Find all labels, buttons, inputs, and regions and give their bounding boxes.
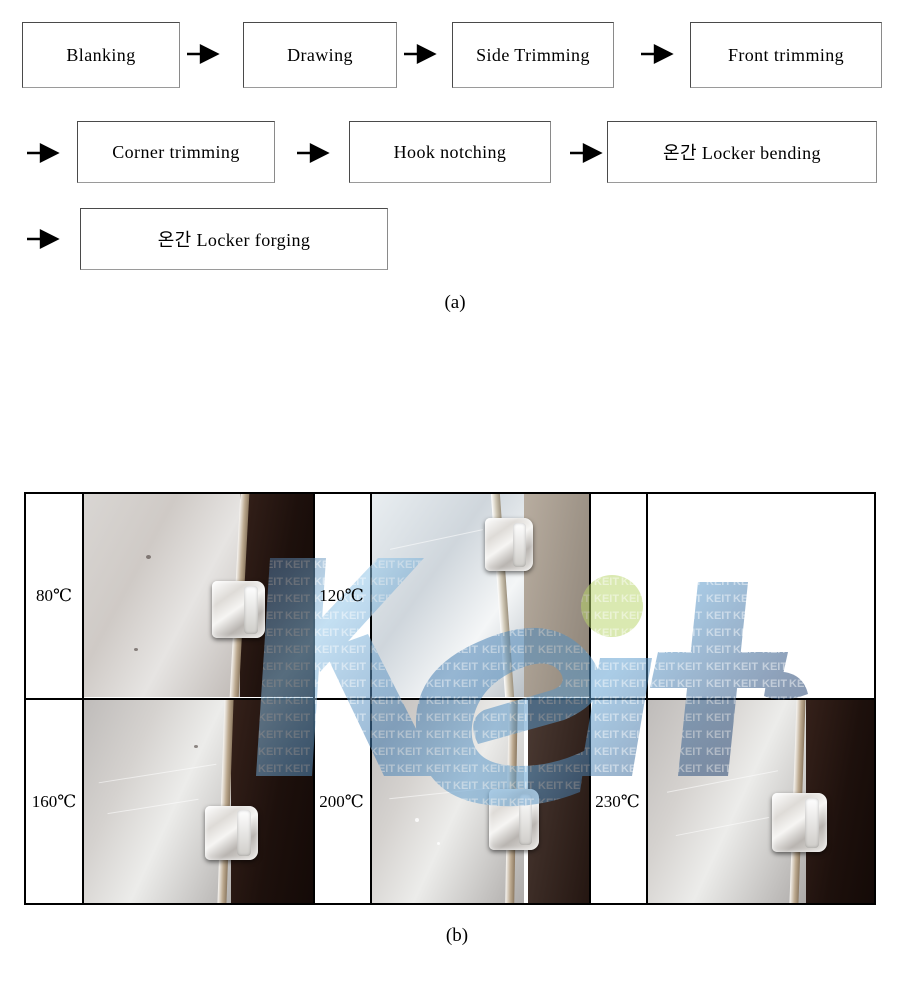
process-step-label: Corner trimming <box>112 141 240 162</box>
process-step-label: Side Trimming <box>476 44 590 65</box>
temperature-label-empty <box>589 494 646 698</box>
process-step-label: 온간 Locker bending <box>663 143 821 163</box>
process-step-corner-trimming: Corner trimming <box>77 121 275 183</box>
figure-b-caption: (b) <box>445 925 469 946</box>
photo-200c <box>372 700 589 903</box>
process-step-hook-notching: Hook notching <box>349 121 551 183</box>
photo-230c <box>648 700 874 903</box>
temperature-label-200c: 200℃ <box>319 791 364 811</box>
process-step-front-trimming: Front trimming <box>690 22 882 88</box>
process-step-warm-locker-forging: 온간 Locker forging <box>80 208 388 270</box>
right-arrow-icon <box>641 44 674 64</box>
process-step-label: 온간 Locker forging <box>157 230 311 250</box>
photo-120c <box>372 494 589 697</box>
right-arrow-icon <box>27 143 60 163</box>
process-step-warm-locker-bending: 온간 Locker bending <box>607 121 877 183</box>
right-arrow-icon <box>570 143 603 163</box>
photo-empty-slot <box>648 494 874 697</box>
process-step-blanking: Blanking <box>22 22 180 88</box>
temperature-label-230c: 230℃ <box>595 791 640 811</box>
process-step-label: Front trimming <box>727 44 845 65</box>
photo-160c <box>84 700 313 903</box>
process-step-side-trimming: Side Trimming <box>452 22 614 88</box>
right-arrow-icon <box>404 44 437 64</box>
temperature-label-80c: 80℃ <box>35 586 73 605</box>
temperature-label-160c: 160℃ <box>31 791 77 811</box>
figure-a-caption: (a) <box>444 292 466 313</box>
bending-result-photo-matrix: 80℃ 120℃ 160℃ 200℃ 230℃ <box>24 492 876 905</box>
process-step-drawing: Drawing <box>243 22 397 88</box>
right-arrow-icon <box>27 229 60 249</box>
photo-80c <box>84 494 313 697</box>
process-step-label: Drawing <box>287 44 353 65</box>
temperature-label-120c: 120℃ <box>319 586 364 605</box>
right-arrow-icon <box>187 44 220 64</box>
right-arrow-icon <box>297 143 330 163</box>
process-step-label: Hook notching <box>393 141 507 162</box>
process-flow-diagram: Blanking Drawing Side Trimming Front tri… <box>0 0 914 330</box>
process-step-label: Blanking <box>66 44 136 65</box>
